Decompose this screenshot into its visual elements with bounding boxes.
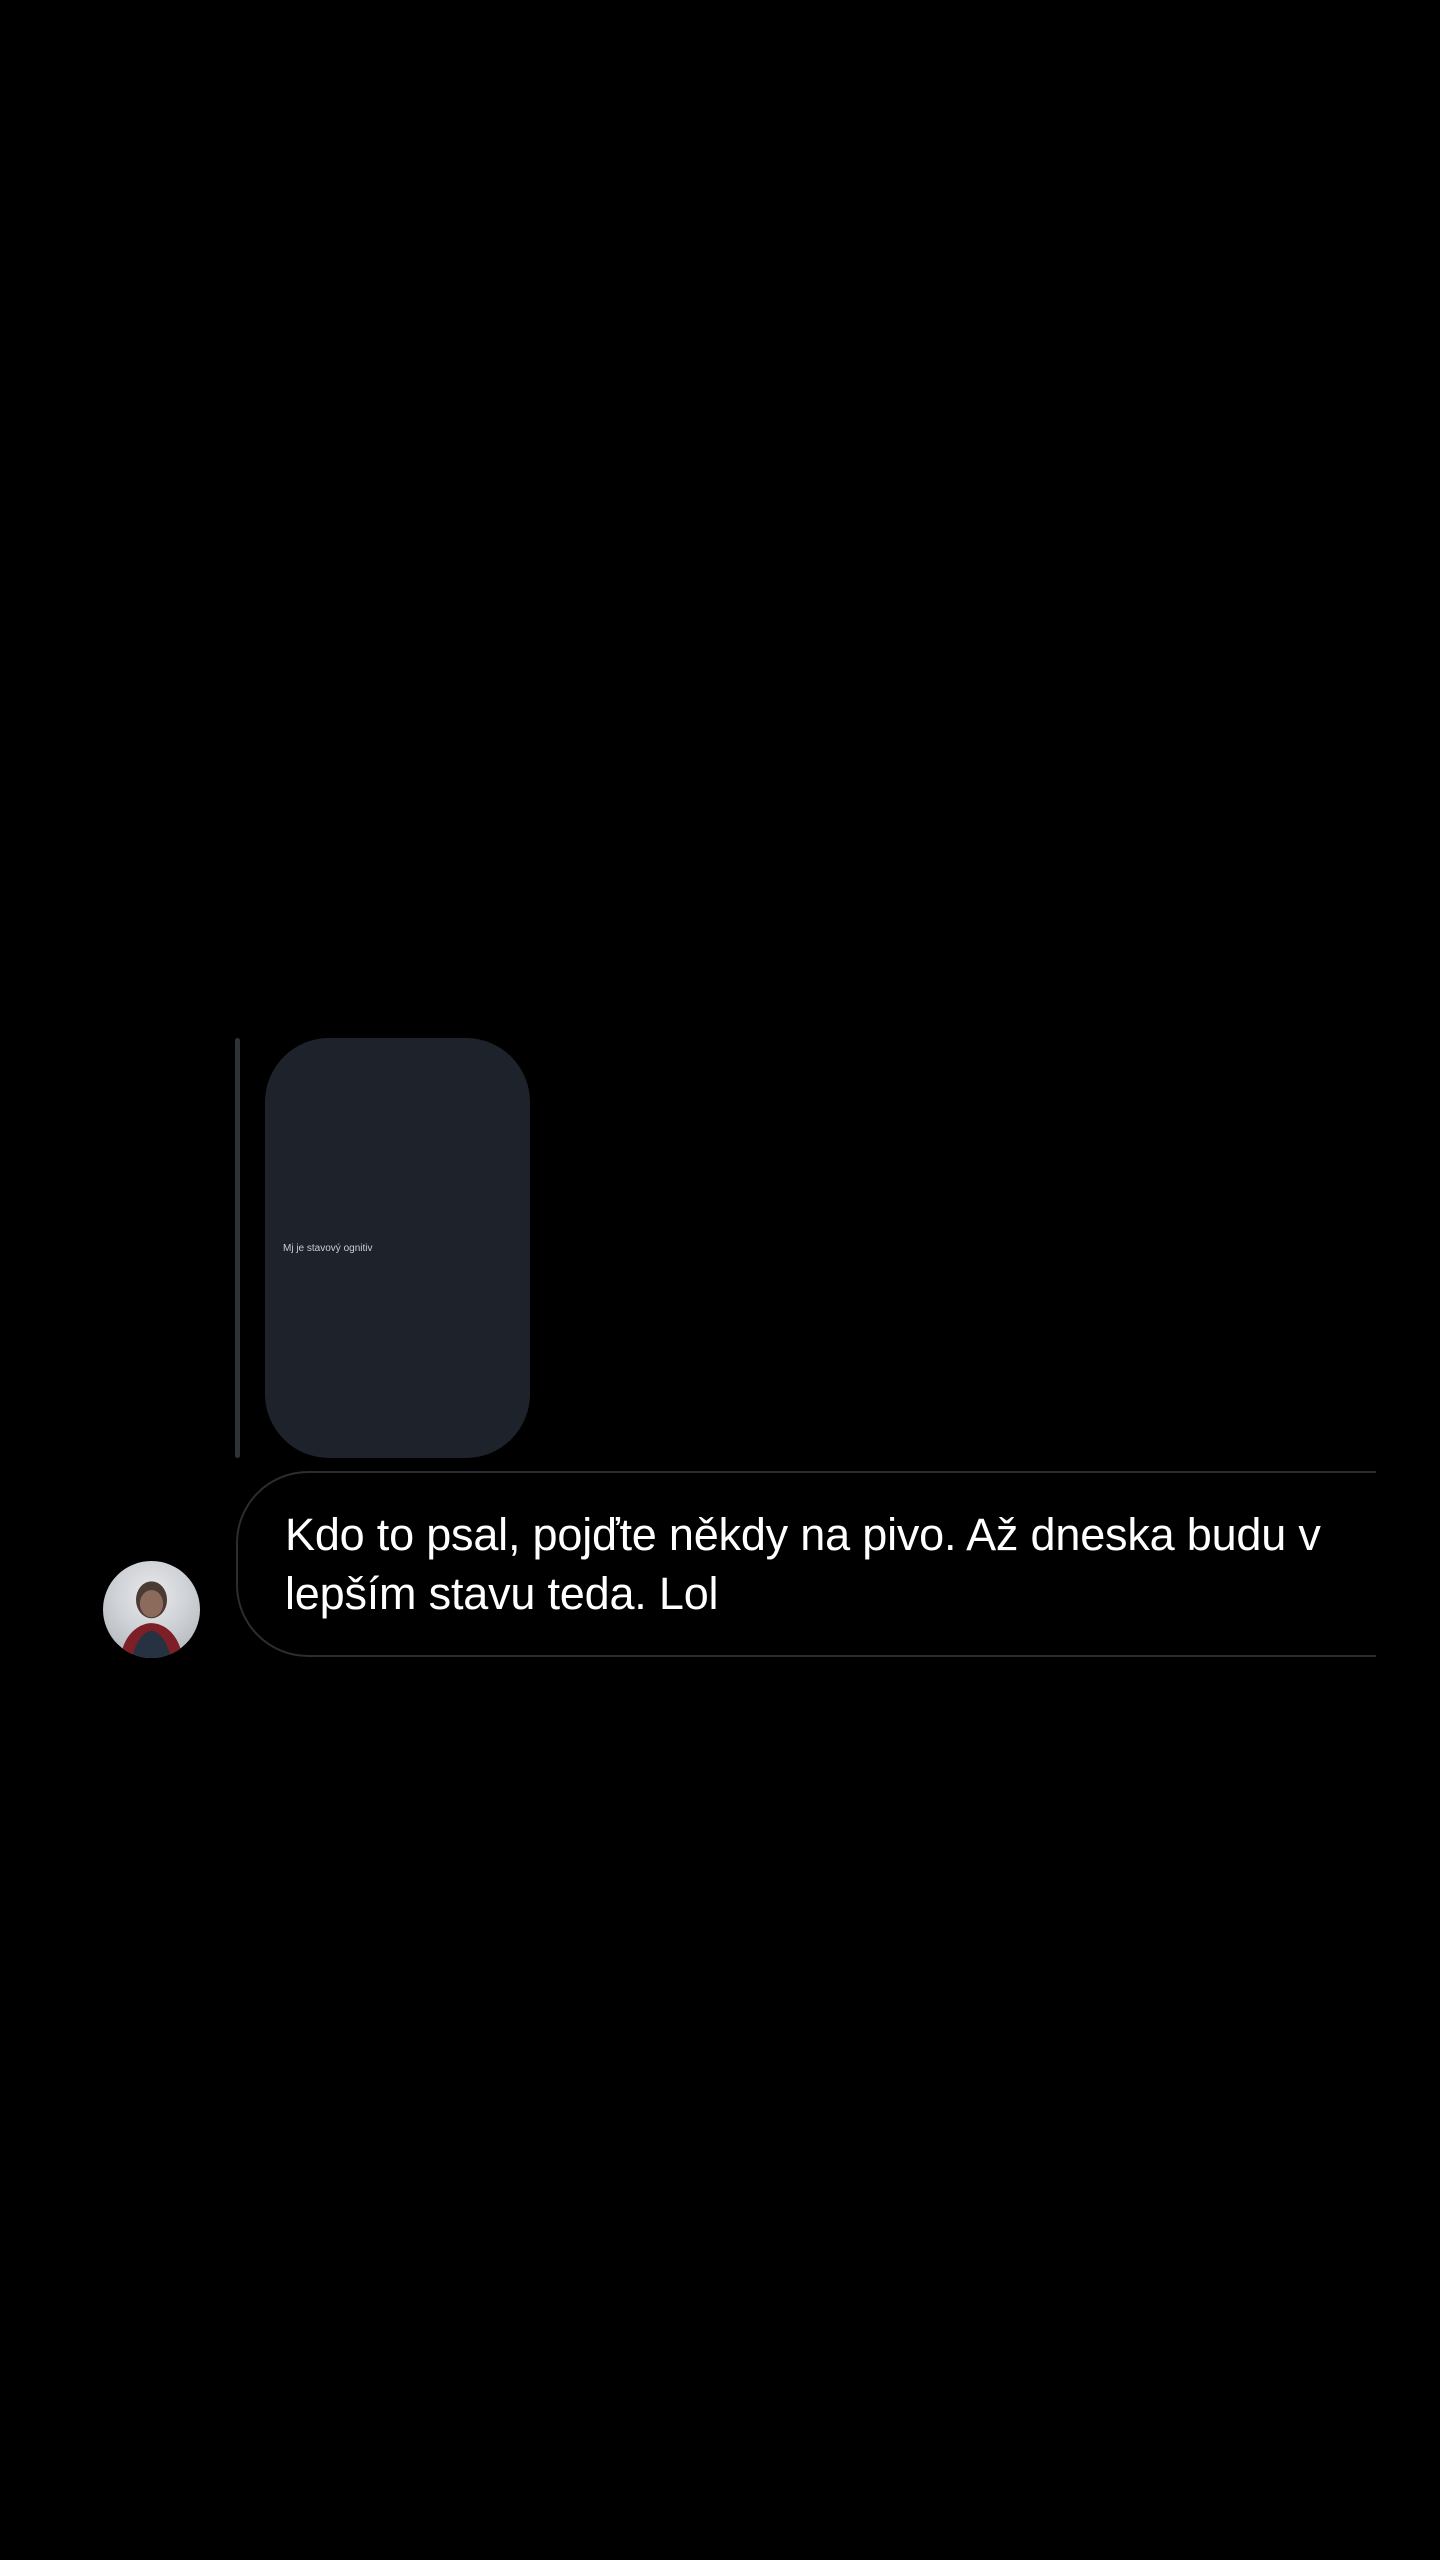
sender-avatar[interactable]	[103, 1561, 200, 1658]
message-bubble[interactable]: Kdo to psal, pojďte někdy na pivo. Až dn…	[236, 1471, 1376, 1657]
avatar-photo-icon	[120, 1581, 183, 1658]
reply-quote-line	[235, 1038, 240, 1458]
message-text: Kdo to psal, pojďte někdy na pivo. Až dn…	[285, 1509, 1321, 1619]
reply-preview-card[interactable]: Mj je stavový ognitiv	[265, 1038, 530, 1458]
reply-preview-text: Mj je stavový ognitiv	[283, 1243, 373, 1254]
